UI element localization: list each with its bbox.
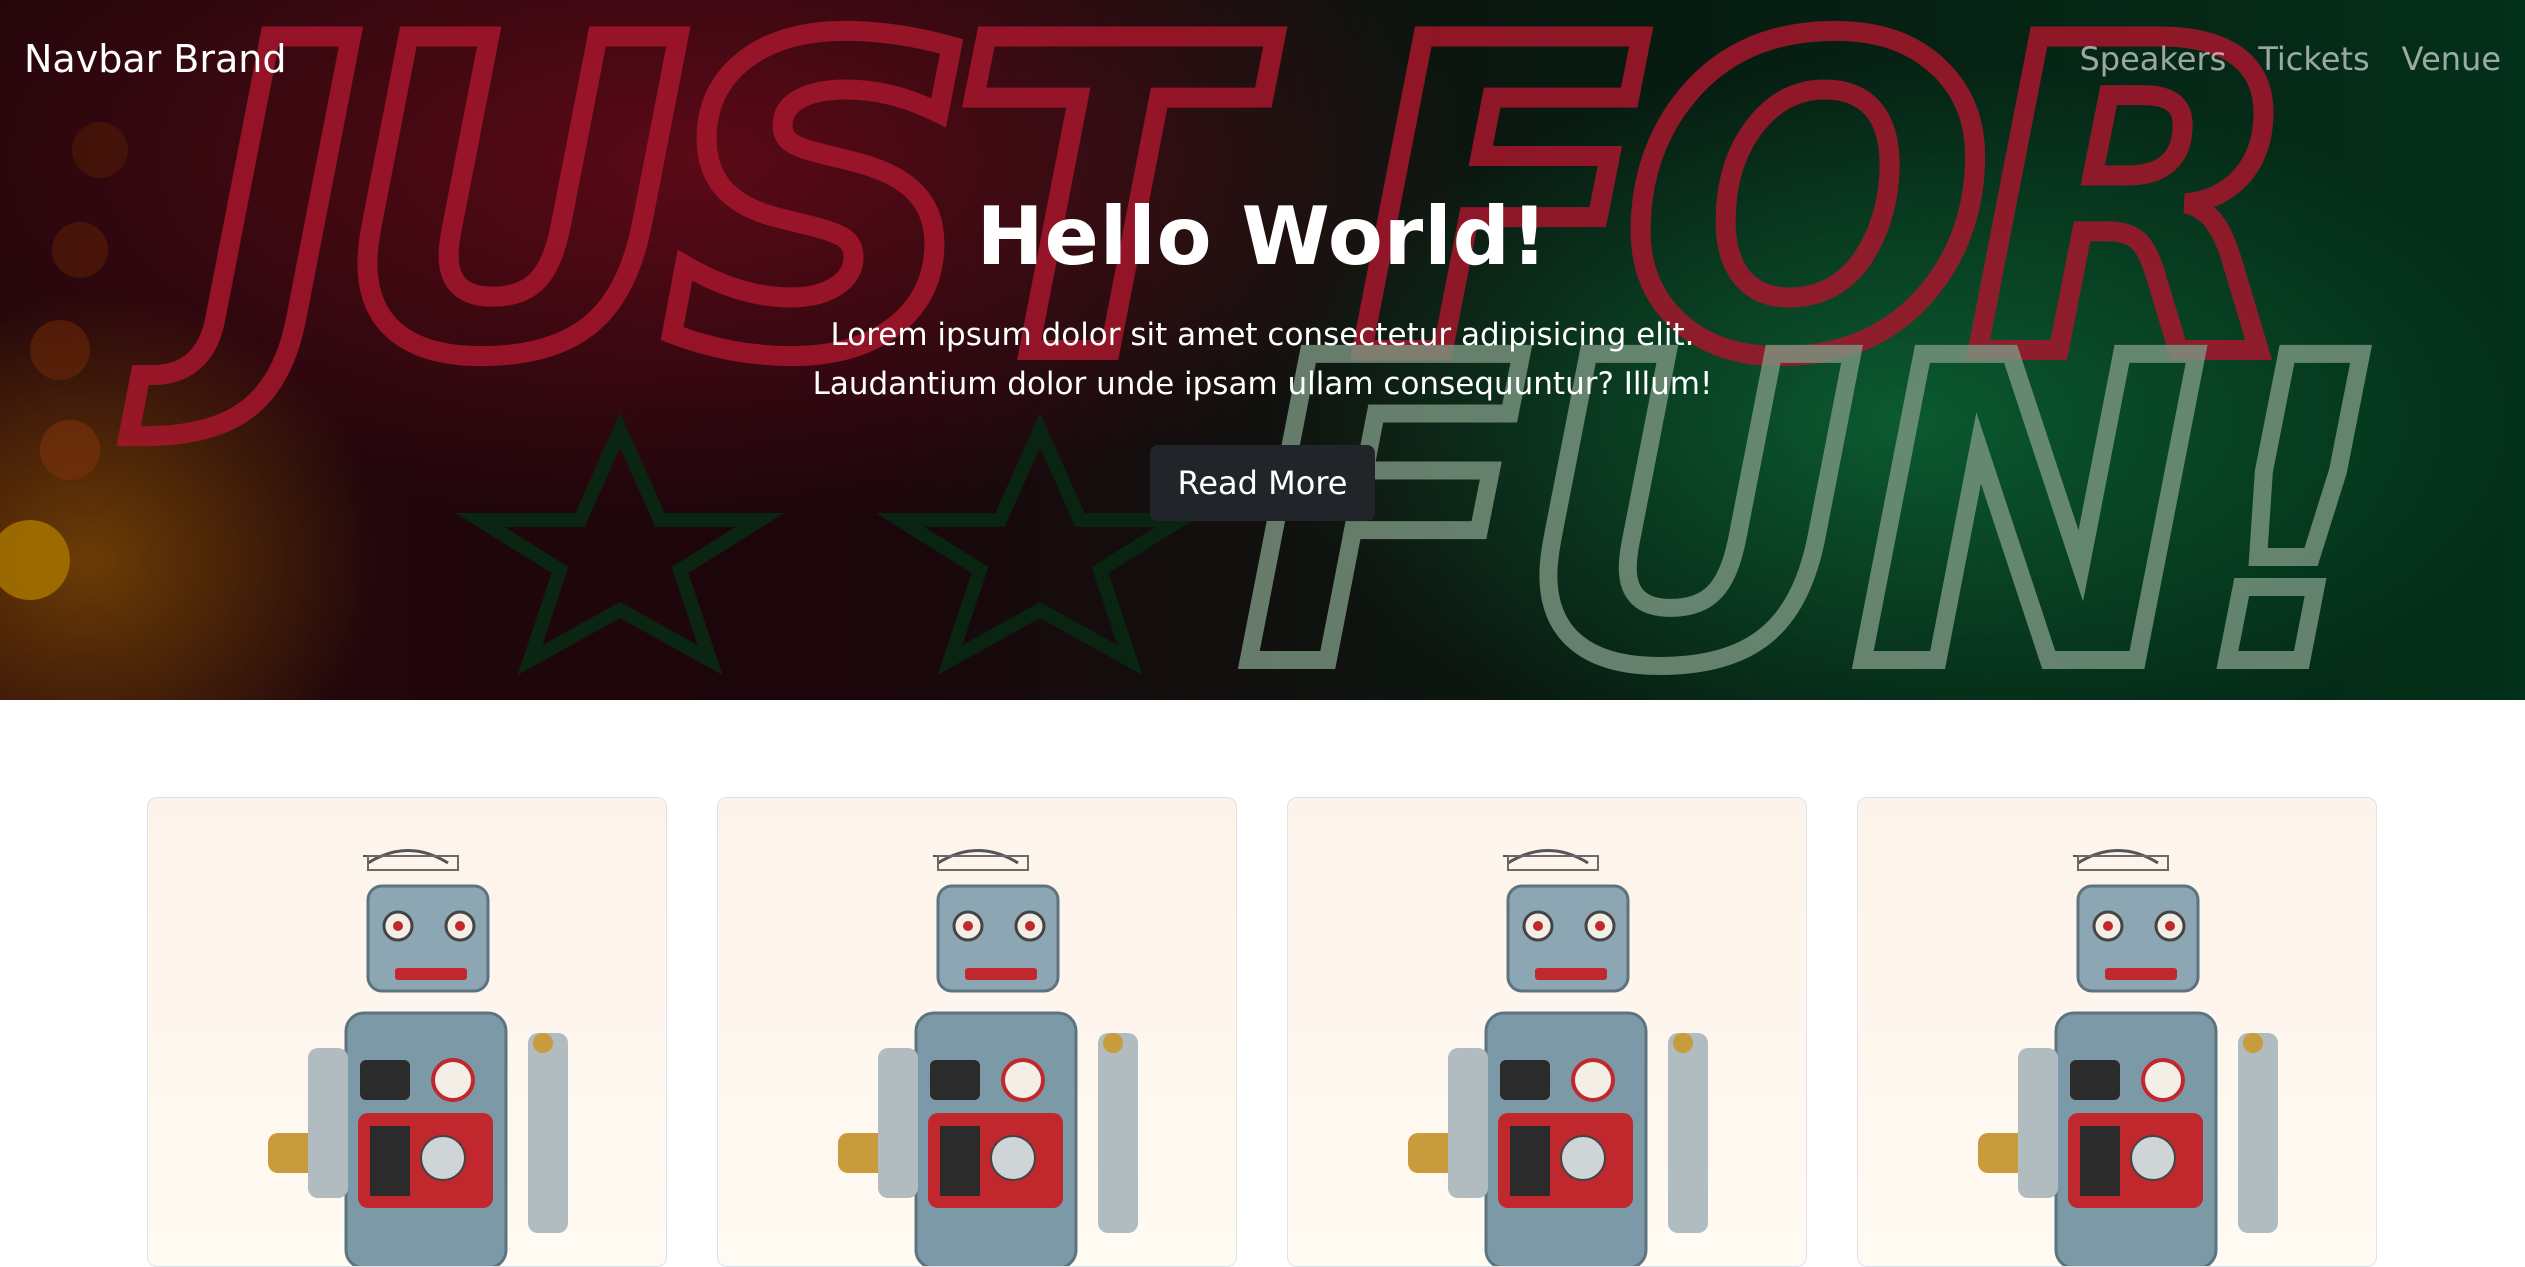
navbar: Navbar Brand Speakers Tickets Venue — [0, 0, 2525, 118]
robot-toy-image — [718, 798, 1237, 1267]
hero-banner: JUST FOR FUN! Navbar Brand Speakers Tick… — [0, 0, 2525, 700]
card-1[interactable] — [147, 797, 667, 1267]
robot-illustration — [1408, 851, 1708, 1267]
nav-link-tickets[interactable]: Tickets — [2258, 40, 2369, 78]
robot-illustration — [838, 851, 1138, 1267]
hero-title: Hello World! — [0, 190, 2525, 283]
card-3[interactable] — [1287, 797, 1807, 1267]
robot-illustration — [268, 851, 568, 1267]
hero-description-line-1: Lorem ipsum dolor sit amet consectetur a… — [831, 317, 1695, 353]
read-more-button[interactable]: Read More — [1150, 445, 1376, 521]
nav-link-venue[interactable]: Venue — [2402, 40, 2501, 78]
robot-toy-image — [1288, 798, 1807, 1267]
navbar-brand[interactable]: Navbar Brand — [24, 37, 287, 81]
hero-description-line-2: Laudantium dolor unde ipsam ullam conseq… — [813, 366, 1713, 402]
hero-content: Hello World! Lorem ipsum dolor sit amet … — [0, 190, 2525, 521]
nav-links: Speakers Tickets Venue — [2079, 40, 2501, 78]
card-2[interactable] — [717, 797, 1237, 1267]
nav-link-speakers[interactable]: Speakers — [2079, 40, 2226, 78]
robot-illustration — [1978, 851, 2278, 1267]
robot-toy-image — [1858, 798, 2377, 1267]
hero-description: Lorem ipsum dolor sit amet consectetur a… — [0, 311, 2525, 409]
card-4[interactable] — [1857, 797, 2377, 1267]
robot-toy-image — [148, 798, 667, 1267]
